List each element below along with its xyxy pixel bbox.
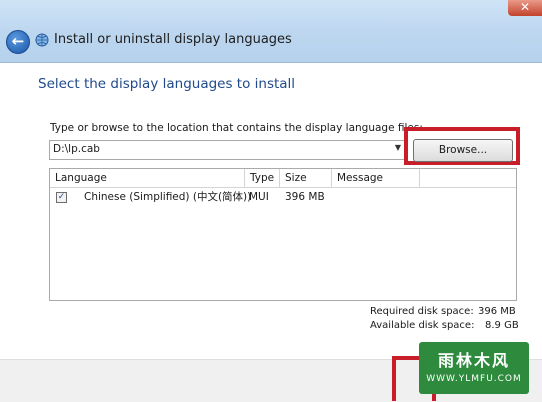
column-header-language[interactable]: Language — [50, 169, 245, 187]
available-space-value: 8.9 GB — [485, 320, 519, 331]
column-header-size[interactable]: Size — [280, 169, 332, 187]
table-header: Language Type Size Message — [50, 169, 516, 188]
watermark-url: WWW.YLMFU.COM — [426, 374, 522, 384]
page-heading: Select the display languages to install — [38, 76, 296, 92]
path-value[interactable]: D:\lp.cab — [53, 143, 100, 155]
cell-type: MUI — [249, 191, 269, 203]
language-globe-icon — [35, 33, 49, 47]
cell-size: 396 MB — [285, 191, 325, 203]
required-space-label: Required disk space: — [370, 306, 474, 317]
available-space-label: Available disk space: — [370, 320, 475, 331]
title-bar: ✕ ← Install or uninstall display languag… — [0, 0, 542, 63]
path-label: Type or browse to the location that cont… — [50, 122, 423, 134]
watermark-logo: 雨林木风 WWW.YLMFU.COM — [419, 342, 529, 394]
column-header-type[interactable]: Type — [245, 169, 280, 187]
back-arrow-icon[interactable]: ← — [6, 30, 30, 54]
watermark-title: 雨林木风 — [437, 351, 510, 370]
close-button[interactable]: ✕ — [508, 0, 542, 16]
table-row[interactable]: ✓ Chinese (Simplified) (中文(简体)) MUI 396 … — [50, 188, 516, 206]
path-combobox[interactable]: D:\lp.cab ▼ — [49, 140, 405, 160]
language-table: Language Type Size Message ✓ Chinese (Si… — [49, 168, 517, 301]
required-space-value: 396 MB — [478, 306, 516, 317]
column-header-message[interactable]: Message — [332, 169, 420, 187]
dropdown-arrow-icon[interactable]: ▼ — [395, 143, 401, 152]
language-checkbox[interactable]: ✓ — [56, 192, 67, 203]
browse-button[interactable]: Browse... — [413, 139, 513, 162]
cell-language: Chinese (Simplified) (中文(简体)) — [84, 191, 252, 203]
window-title: Install or uninstall display languages — [54, 32, 292, 47]
